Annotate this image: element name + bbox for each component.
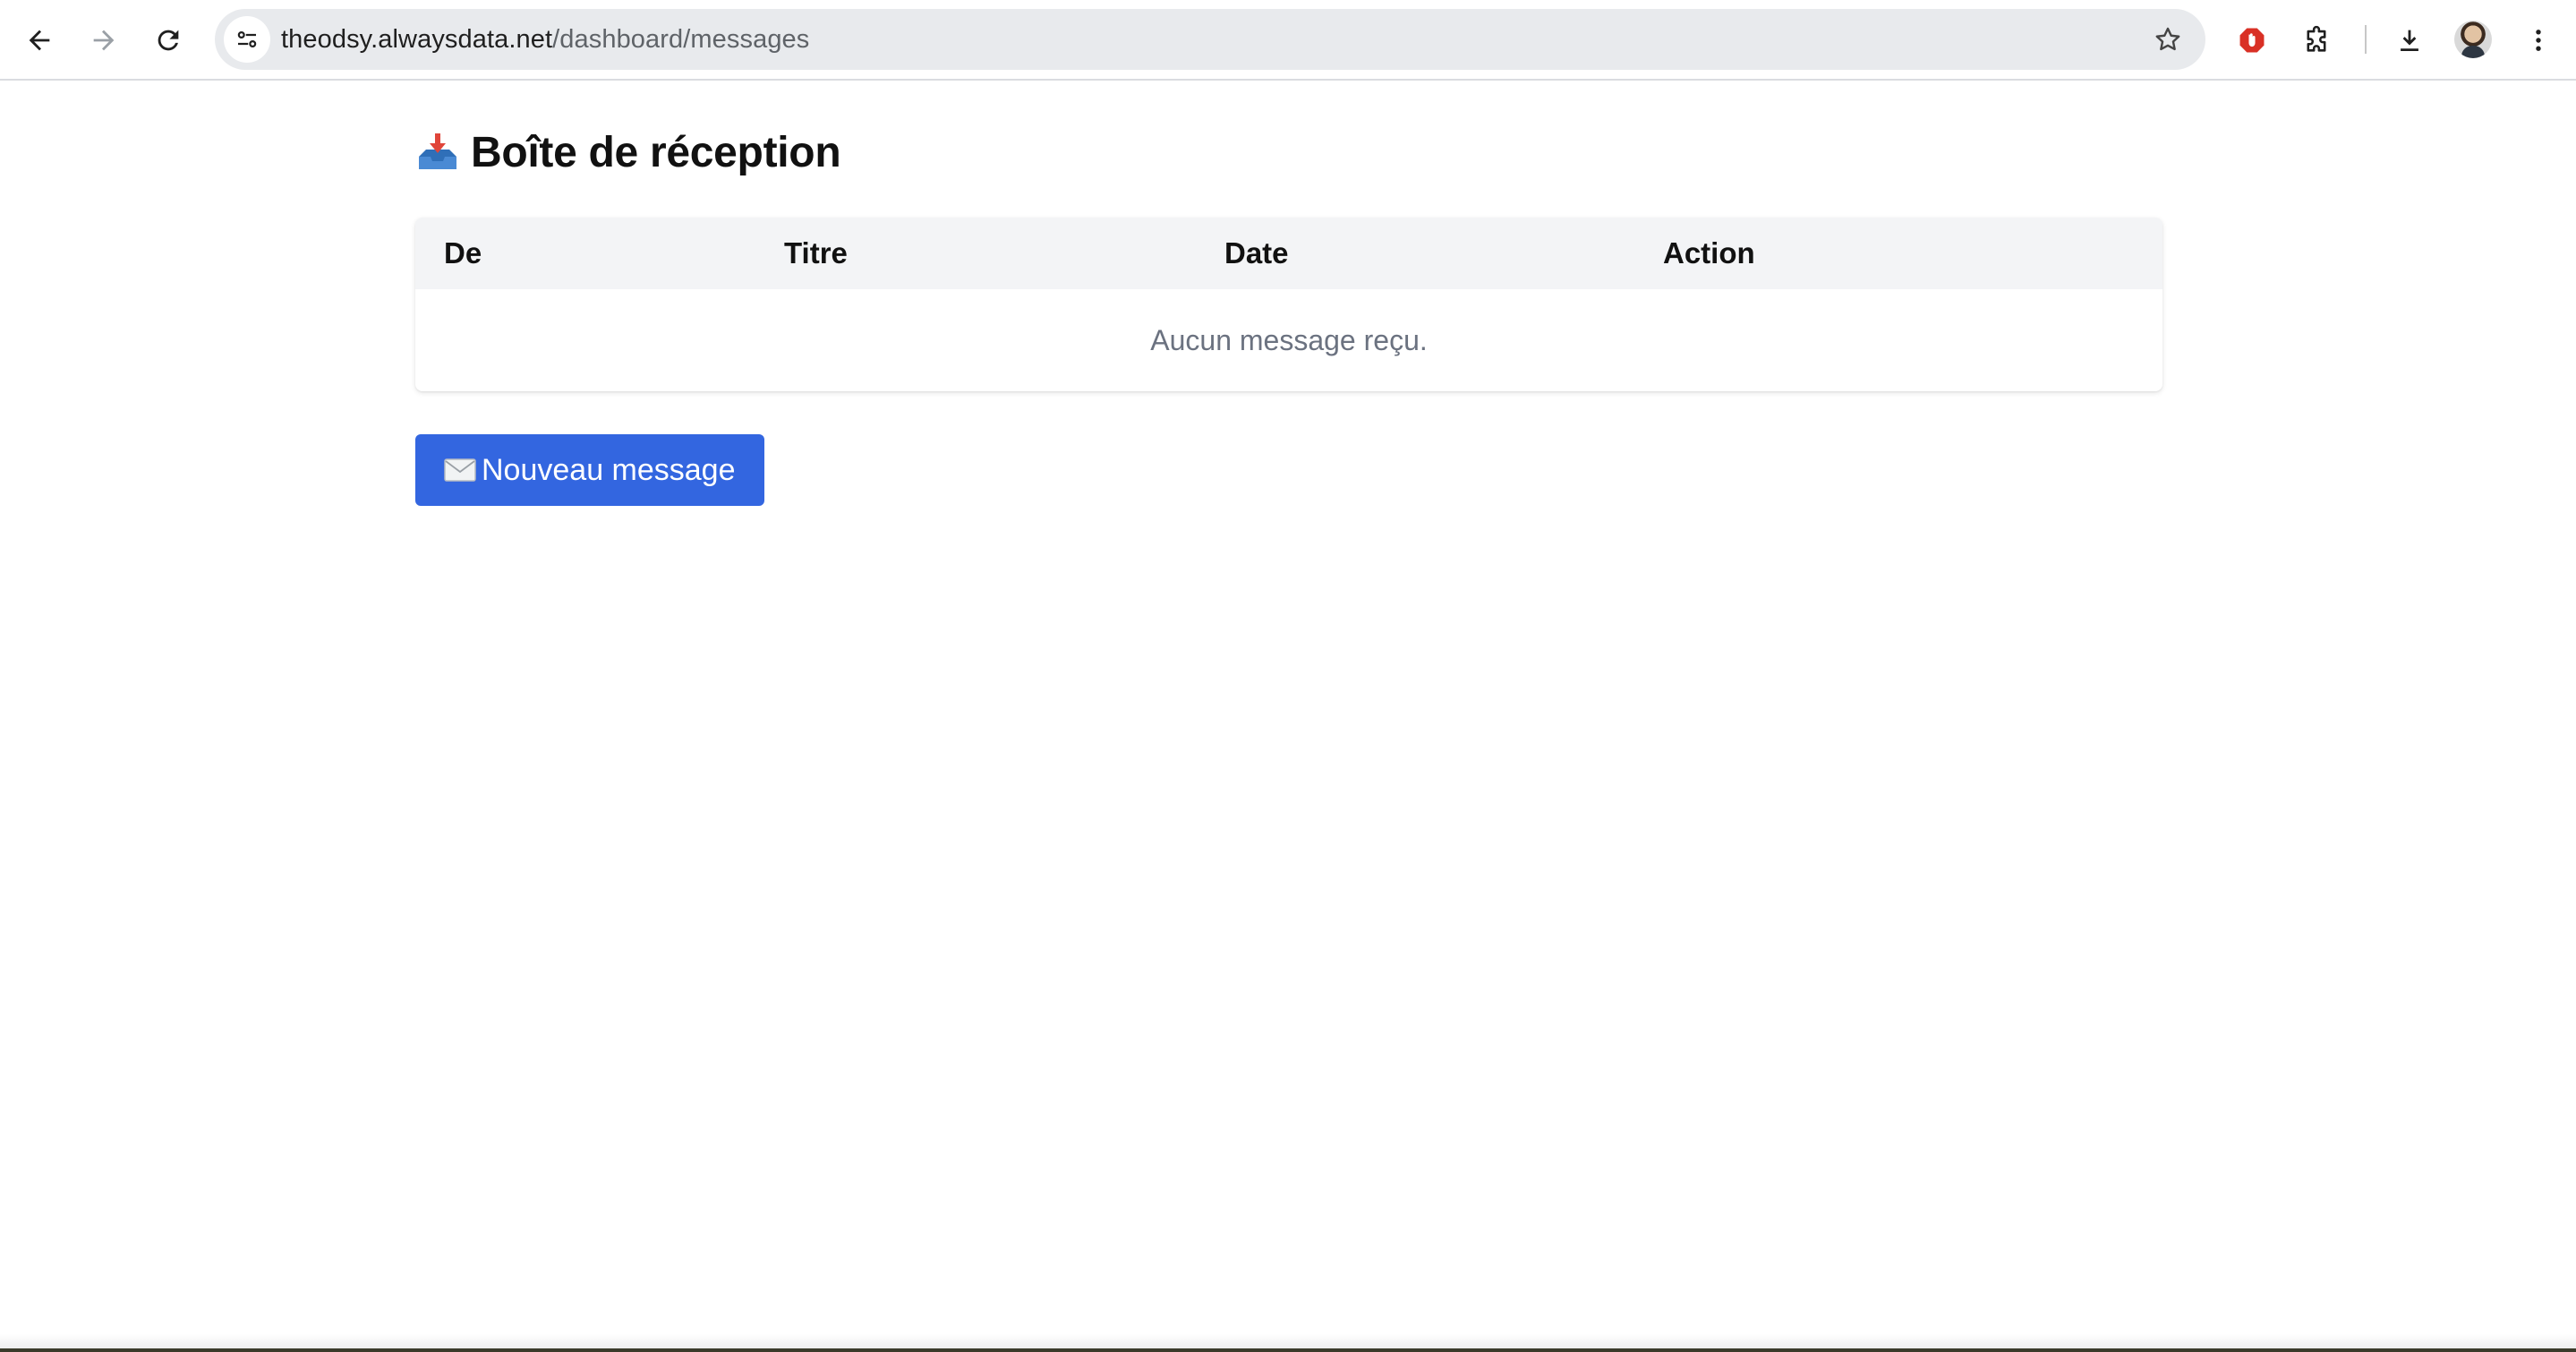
reload-icon <box>158 30 179 51</box>
browser-menu-button[interactable] <box>2513 15 2563 65</box>
column-header-from: De <box>444 236 482 270</box>
bookmark-star-icon <box>2155 27 2180 51</box>
address-bar[interactable]: theodsy.alwaysdata.net/dashboard/message… <box>215 9 2205 70</box>
inbox-page: Boîte de réception De Titre Date Action … <box>415 82 2162 506</box>
page-title: Boîte de réception <box>471 128 841 176</box>
downloads-button[interactable] <box>2384 15 2435 65</box>
table-header-row: De Titre Date Action <box>415 218 2162 289</box>
empty-state-row: Aucun message reçu. <box>415 289 2162 391</box>
browser-toolbar: theodsy.alwaysdata.net/dashboard/message… <box>0 0 2576 81</box>
envelope-icon <box>444 458 476 482</box>
profile-avatar[interactable] <box>2454 21 2492 58</box>
new-message-button[interactable]: Nouveau message <box>415 434 764 506</box>
new-message-label: Nouveau message <box>482 452 736 487</box>
site-info-button[interactable] <box>224 16 270 63</box>
back-button[interactable] <box>14 15 64 65</box>
empty-inbox-message: Aucun message reçu. <box>1150 323 1428 356</box>
toolbar-separator <box>2365 25 2367 54</box>
column-header-date: Date <box>1224 236 1289 270</box>
more-vert-icon <box>2536 30 2541 51</box>
column-header-action: Action <box>1663 236 1755 270</box>
url-path: /dashboard/messages <box>552 25 810 54</box>
adblock-extension-button[interactable] <box>2227 15 2277 65</box>
forward-button[interactable] <box>79 15 129 65</box>
column-header-title: Titre <box>784 236 848 270</box>
bookmark-button[interactable] <box>2150 21 2186 57</box>
inbox-table-card: De Titre Date Action Aucun message reçu. <box>415 218 2162 391</box>
page-header: Boîte de réception <box>415 125 2162 179</box>
window-bottom-edge <box>0 1334 2576 1352</box>
extensions-button[interactable] <box>2291 15 2341 65</box>
back-arrow-icon <box>29 30 50 51</box>
download-icon <box>2401 30 2418 52</box>
inbox-table: De Titre Date Action Aucun message reçu. <box>415 218 2162 391</box>
reload-button[interactable] <box>143 15 193 65</box>
inbox-tray-icon <box>419 133 456 169</box>
forward-arrow-icon <box>93 30 115 51</box>
url-text[interactable]: theodsy.alwaysdata.net/dashboard/message… <box>281 9 809 70</box>
adblock-extension-icon <box>2239 28 2265 53</box>
site-info-icon <box>237 30 257 47</box>
url-host: theodsy.alwaysdata.net <box>281 25 553 54</box>
extensions-puzzle-icon <box>2307 25 2326 52</box>
